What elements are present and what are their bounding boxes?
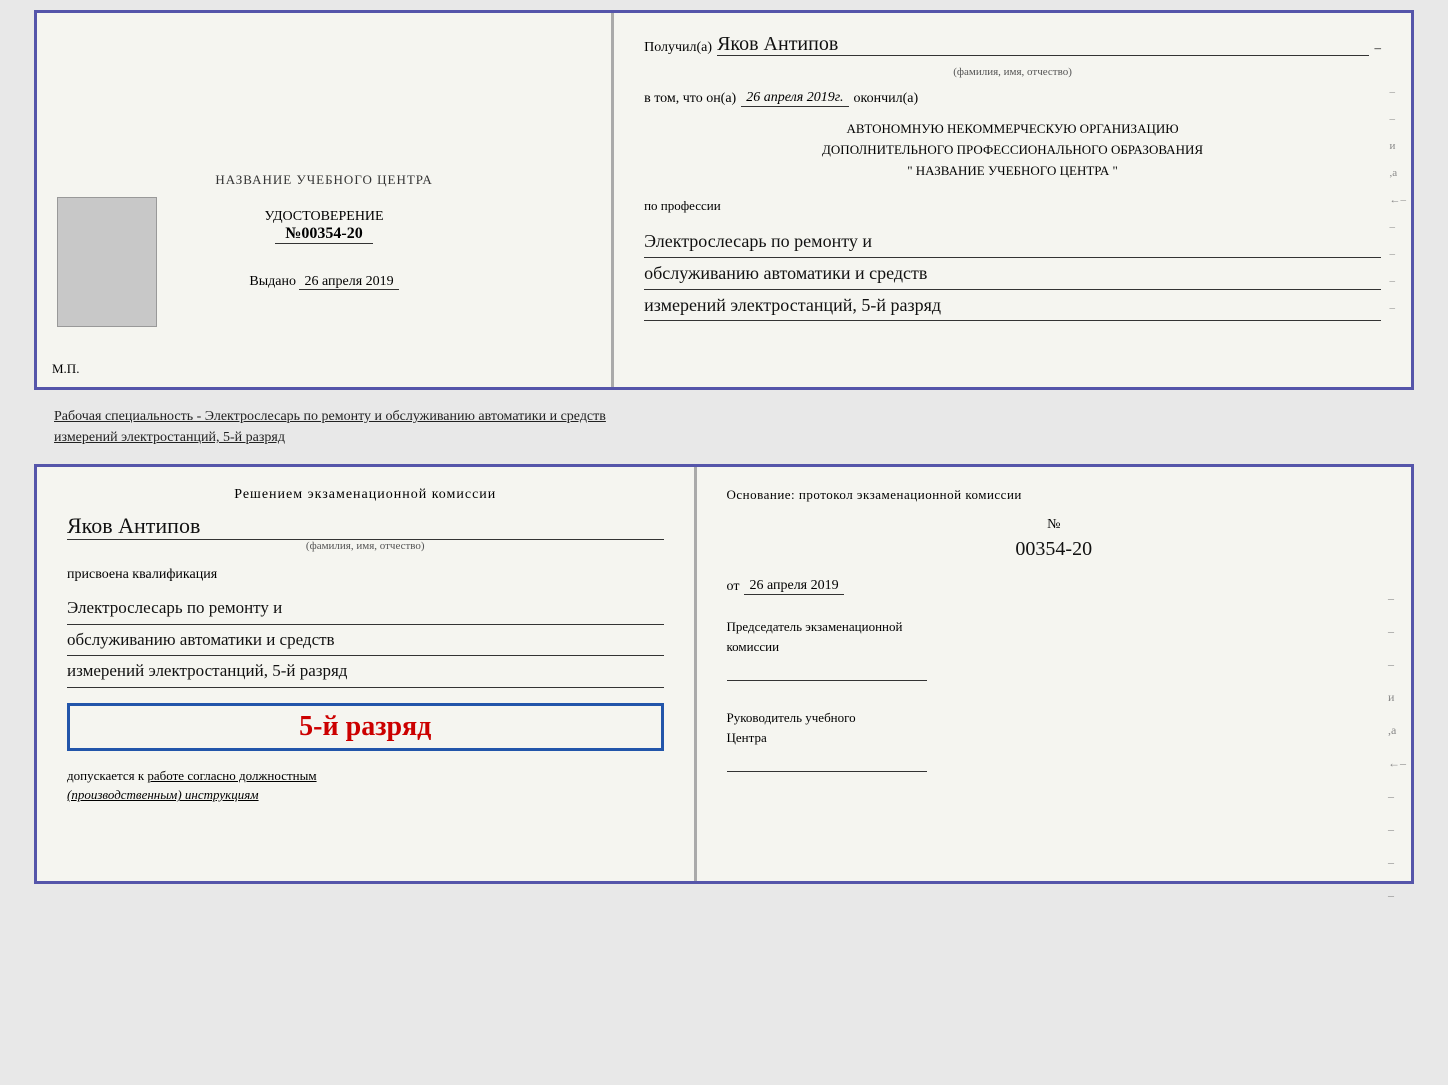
qualification-label: присвоена квалификация — [67, 567, 664, 583]
qualification-text: Электрослесарь по ремонту и обслуживанию… — [67, 593, 664, 688]
rank-badge: 5-й разряд — [67, 703, 664, 751]
director-block: Руководитель учебного Центра — [727, 708, 1381, 777]
attestation-line: в том, что он(а) 26 апреля 2019г. окончи… — [644, 90, 1381, 107]
issued-line: Выдано 26 апреля 2019 — [249, 274, 398, 290]
allowed-text: допускается к работе согласно должностны… — [67, 766, 664, 805]
director-signature-line — [727, 752, 927, 772]
mp-label: М.П. — [52, 361, 79, 377]
profession-label: по профессии — [644, 198, 1381, 214]
center-title-top: НАЗВАНИЕ УЧЕБНОГО ЦЕНТРА — [215, 171, 432, 189]
basis-label: Основание: протокол экзаменационной коми… — [727, 487, 1381, 503]
side-marks: – – и ,а ←– – – – – — [1389, 86, 1406, 314]
cert-number: №00354-20 — [275, 225, 372, 244]
decision-title: Решением экзаменационной комиссии — [67, 487, 664, 503]
side-dashes-right: – – – и ,а ←– – – – – — [1388, 591, 1406, 903]
bottom-cert-right: Основание: протокол экзаменационной коми… — [697, 467, 1411, 881]
top-cert-left: НАЗВАНИЕ УЧЕБНОГО ЦЕНТРА УДОСТОВЕРЕНИЕ №… — [37, 13, 614, 387]
from-line: от 26 апреля 2019 — [727, 578, 1381, 595]
cert-number-block: УДОСТОВЕРЕНИЕ №00354-20 — [264, 209, 383, 244]
middle-text: Рабочая специальность - Электрослесарь п… — [34, 398, 1414, 456]
name-section: Яков Антипов (фамилия, имя, отчество) — [67, 513, 664, 552]
top-cert-right: Получил(а) Яков Антипов – (фамилия, имя,… — [614, 13, 1411, 387]
bottom-cert-left: Решением экзаменационной комиссии Яков А… — [37, 467, 697, 881]
recipient-line: Получил(а) Яков Антипов – — [644, 33, 1381, 56]
protocol-number-block: № 00354-20 — [727, 515, 1381, 566]
org-block: АВТОНОМНУЮ НЕКОММЕРЧЕСКУЮ ОРГАНИЗАЦИЮ ДО… — [644, 119, 1381, 181]
chairman-block: Председатель экзаменационной комиссии — [727, 617, 1381, 686]
bottom-certificate: Решением экзаменационной комиссии Яков А… — [34, 464, 1414, 884]
document-container: НАЗВАНИЕ УЧЕБНОГО ЦЕНТРА УДОСТОВЕРЕНИЕ №… — [34, 10, 1414, 884]
chairman-signature-line — [727, 661, 927, 681]
photo-placeholder — [57, 197, 157, 327]
fio-hint-top: (фамилия, имя, отчество) — [644, 66, 1381, 78]
top-certificate: НАЗВАНИЕ УЧЕБНОГО ЦЕНТРА УДОСТОВЕРЕНИЕ №… — [34, 10, 1414, 390]
profession-text: Электрослесарь по ремонту и обслуживанию… — [644, 226, 1381, 321]
